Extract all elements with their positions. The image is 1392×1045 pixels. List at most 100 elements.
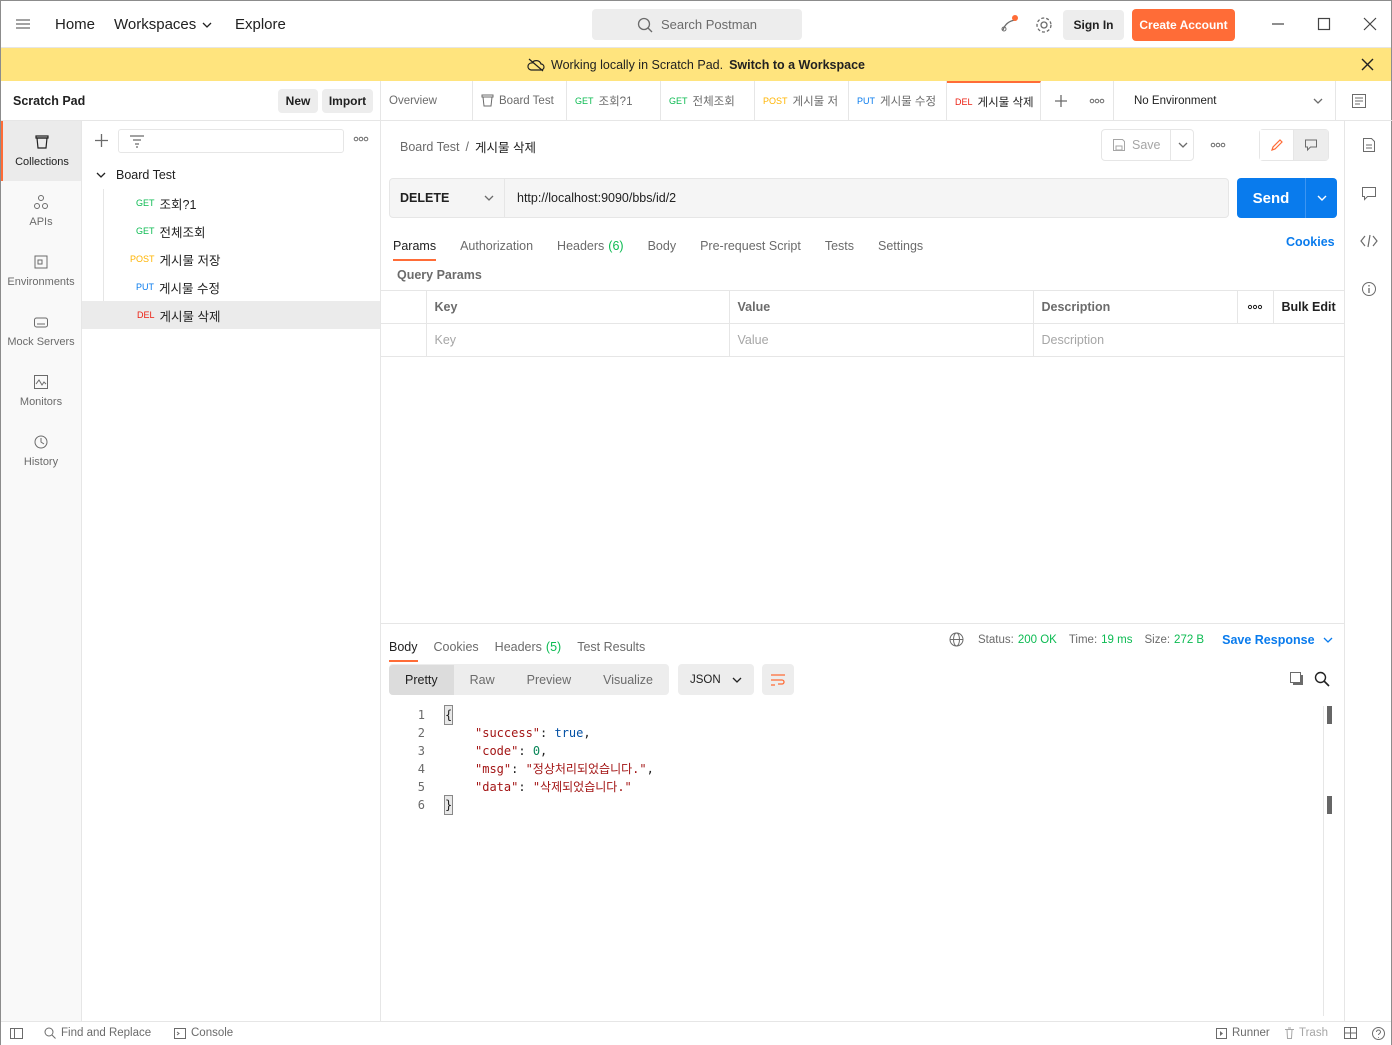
- size-value[interactable]: 272 B: [1174, 634, 1204, 646]
- info-icon[interactable]: [1345, 265, 1392, 313]
- format-select[interactable]: JSON: [678, 664, 754, 695]
- view-preview[interactable]: Preview: [511, 665, 587, 695]
- sign-in-button[interactable]: Sign In: [1063, 10, 1124, 40]
- breadcrumb-collection[interactable]: Board Test: [400, 140, 460, 154]
- import-button[interactable]: Import: [322, 89, 373, 113]
- time-value[interactable]: 19 ms: [1101, 634, 1132, 646]
- more-options-icon[interactable]: [353, 136, 369, 142]
- column-options-icon[interactable]: [1236, 290, 1274, 324]
- tab-body[interactable]: Body: [648, 239, 677, 253]
- edit-pencil-icon[interactable]: [1260, 130, 1294, 160]
- breadcrumb-request[interactable]: 게시물 삭제: [475, 137, 536, 156]
- settings-gear-icon[interactable]: [1035, 16, 1053, 34]
- tab-headers[interactable]: Headers (6): [557, 239, 624, 253]
- find-replace-button[interactable]: Find and Replace: [44, 1027, 151, 1039]
- request-more-icon[interactable]: [1210, 142, 1226, 148]
- send-dropdown-icon[interactable]: [1305, 178, 1337, 218]
- comments-icon[interactable]: [1345, 169, 1392, 217]
- collection-board-test[interactable]: Board Test: [82, 161, 380, 189]
- tree-item-get-1[interactable]: GET 조회?1: [82, 189, 380, 217]
- response-tab-test-results[interactable]: Test Results: [577, 640, 645, 654]
- save-response-button[interactable]: Save Response: [1222, 633, 1332, 647]
- tree-item-put[interactable]: PUT 게시물 수정: [82, 273, 380, 301]
- scrollbar-thumb-top[interactable]: [1327, 706, 1332, 724]
- rail-mock-servers[interactable]: Mock Servers: [1, 301, 81, 361]
- environment-selector[interactable]: No Environment: [1113, 80, 1335, 121]
- view-pretty[interactable]: Pretty: [389, 664, 454, 695]
- tab-board-test[interactable]: Board Test: [473, 80, 567, 121]
- search-response-icon[interactable]: [1314, 671, 1330, 687]
- cookies-link[interactable]: Cookies: [1286, 235, 1335, 249]
- globe-icon[interactable]: [949, 632, 964, 647]
- format-label: JSON: [690, 673, 721, 686]
- copy-icon[interactable]: [1289, 671, 1305, 687]
- tab-params[interactable]: Params: [393, 239, 437, 261]
- minimize-icon[interactable]: [1271, 17, 1285, 31]
- code-icon[interactable]: [1345, 217, 1392, 265]
- description-input[interactable]: Description: [1032, 323, 1345, 357]
- view-raw[interactable]: Raw: [454, 665, 511, 695]
- rail-history[interactable]: History: [1, 421, 81, 481]
- tab-tests[interactable]: Tests: [825, 239, 854, 253]
- tree-item-get-all[interactable]: GET 전체조회: [82, 217, 380, 245]
- url-input[interactable]: http://localhost:9090/bbs/id/2: [517, 191, 676, 205]
- comment-mode-icon[interactable]: [1294, 130, 1328, 160]
- value-input[interactable]: Value: [728, 323, 1034, 357]
- tree-item-delete-selected[interactable]: DEL 게시물 삭제: [82, 301, 380, 329]
- tab-post[interactable]: POST 게시물 저: [755, 80, 849, 121]
- wrap-lines-icon[interactable]: [762, 664, 794, 695]
- maximize-icon[interactable]: [1317, 17, 1331, 31]
- nav-home[interactable]: Home: [55, 16, 95, 33]
- view-visualize[interactable]: Visualize: [587, 665, 669, 695]
- nav-explore[interactable]: Explore: [235, 16, 286, 33]
- runner-button[interactable]: Runner: [1216, 1027, 1270, 1039]
- close-window-icon[interactable]: [1363, 17, 1377, 31]
- rail-apis[interactable]: APIs: [1, 181, 81, 241]
- console-button[interactable]: Console: [174, 1027, 233, 1039]
- key-input[interactable]: Key: [425, 323, 730, 357]
- response-body-editor[interactable]: 1{ 2 "success": true, 3 "code": 0, 4 "msg":…: [395, 705, 1325, 815]
- rail-monitors[interactable]: Monitors: [1, 361, 81, 421]
- trash-button[interactable]: Trash: [1284, 1027, 1328, 1039]
- save-button[interactable]: Save: [1101, 129, 1194, 161]
- tab-overview[interactable]: Overview: [381, 80, 473, 121]
- response-tabs: Body Cookies Headers (5) Test Results: [389, 632, 645, 662]
- response-tab-headers[interactable]: Headers (5): [495, 640, 562, 654]
- new-tab-icon[interactable]: [1041, 81, 1081, 121]
- menu-icon[interactable]: [15, 16, 31, 32]
- tree-item-post[interactable]: POST 게시물 저장: [82, 245, 380, 273]
- status-value[interactable]: 200 OK: [1018, 634, 1057, 646]
- close-banner-icon[interactable]: [1361, 58, 1374, 71]
- create-account-button[interactable]: Create Account: [1132, 9, 1235, 41]
- toggle-sidebar-icon[interactable]: [10, 1028, 23, 1039]
- environment-quick-look-icon[interactable]: [1335, 80, 1382, 121]
- documentation-icon[interactable]: [1345, 121, 1392, 169]
- filter-input[interactable]: [118, 129, 344, 153]
- help-icon[interactable]: [1372, 1027, 1385, 1040]
- tab-put[interactable]: PUT 게시물 수정: [849, 80, 947, 121]
- send-button[interactable]: Send: [1237, 178, 1337, 218]
- add-collection-icon[interactable]: [94, 133, 109, 148]
- save-dropdown-icon[interactable]: [1170, 130, 1194, 160]
- bulk-edit-button[interactable]: Bulk Edit: [1272, 290, 1345, 324]
- sync-icon[interactable]: [999, 15, 1019, 35]
- response-tab-cookies[interactable]: Cookies: [434, 640, 479, 654]
- nav-workspaces[interactable]: Workspaces: [114, 16, 212, 33]
- rail-collections[interactable]: Collections: [1, 121, 81, 181]
- tab-get-1[interactable]: GET 조회?1: [567, 80, 661, 121]
- scrollbar-thumb-bottom[interactable]: [1327, 796, 1332, 814]
- tab-settings[interactable]: Settings: [878, 239, 923, 253]
- tab-delete-active[interactable]: DEL 게시물 삭제: [947, 80, 1041, 121]
- response-divider: [381, 623, 1344, 624]
- rail-environments[interactable]: Environments: [1, 241, 81, 301]
- new-button[interactable]: New: [278, 89, 318, 113]
- tab-get-all[interactable]: GET 전체조회: [661, 80, 755, 121]
- layout-toggle-icon[interactable]: [1344, 1027, 1357, 1039]
- tab-more-icon[interactable]: [1081, 81, 1113, 121]
- method-select[interactable]: DELETE: [390, 179, 505, 217]
- switch-workspace-link[interactable]: Switch to a Workspace: [729, 58, 865, 72]
- tab-authorization[interactable]: Authorization: [460, 239, 533, 253]
- response-tab-body[interactable]: Body: [389, 640, 418, 662]
- search-input[interactable]: Search Postman: [592, 9, 802, 40]
- tab-pre-request-script[interactable]: Pre-request Script: [700, 239, 801, 253]
